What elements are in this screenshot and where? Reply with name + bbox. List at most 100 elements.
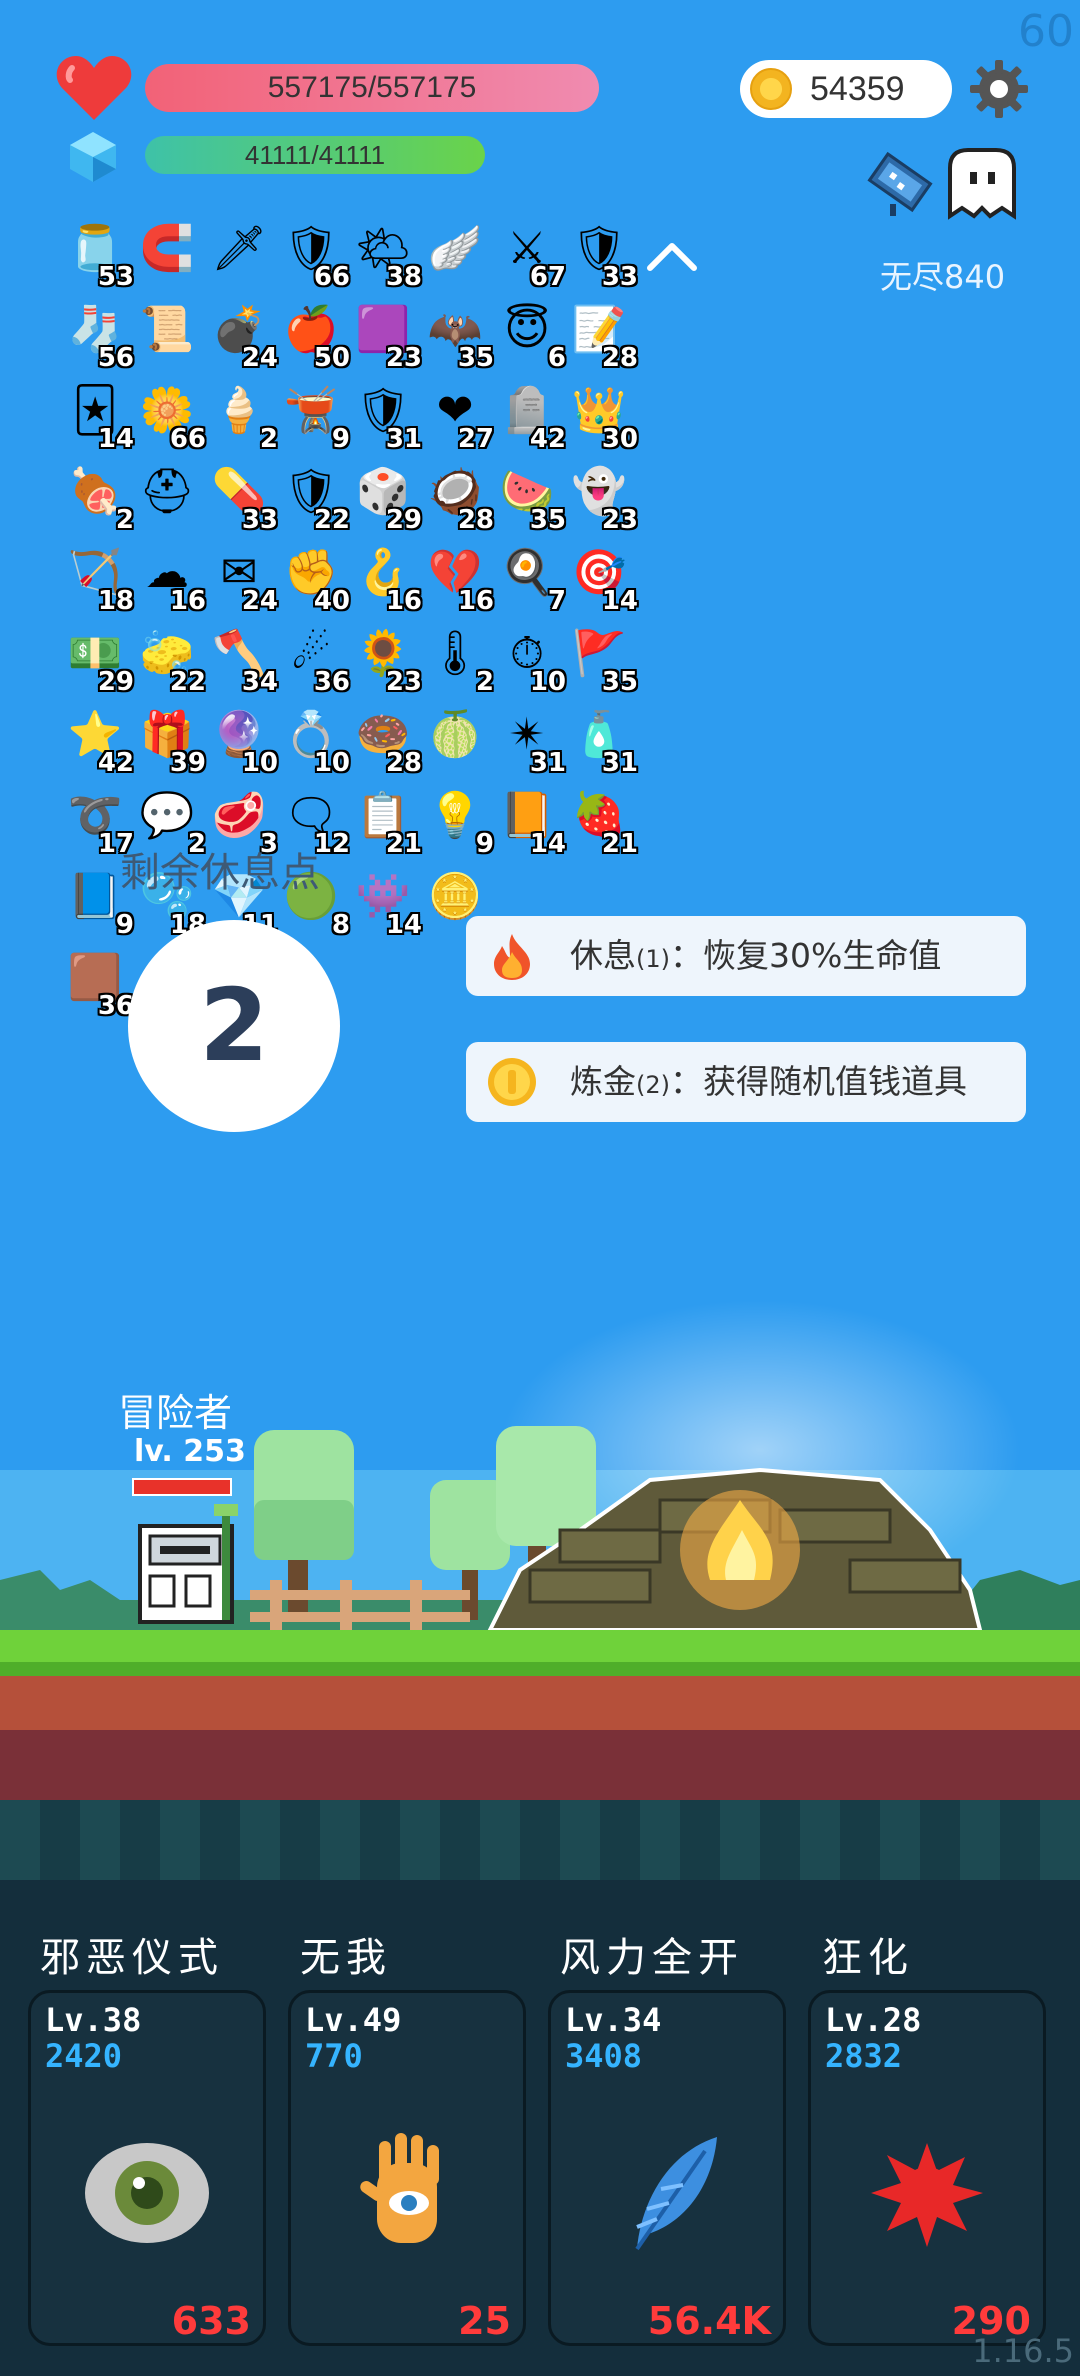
inventory-item[interactable]: 🧽 22 xyxy=(136,623,208,698)
inventory-item[interactable]: 🧲 xyxy=(136,218,208,290)
inventory-item[interactable]: ✴ 31 xyxy=(496,704,568,779)
skill-card-berserk[interactable]: Lv.28 2832 290 xyxy=(808,1990,1046,2346)
item-count: 31 xyxy=(601,748,638,778)
item-count: 23 xyxy=(385,343,422,373)
inventory-item[interactable]: 🎲 29 xyxy=(352,461,424,536)
rest-option-desc: ：恢复30%生命值 xyxy=(670,936,942,975)
inventory-item[interactable]: 🛡 33 xyxy=(568,218,640,293)
inventory-item[interactable]: 🍦 2 xyxy=(208,380,280,455)
inventory-item[interactable]: 🍓 21 xyxy=(568,785,640,860)
inventory-item[interactable]: ☁ 16 xyxy=(136,542,208,617)
inventory-item[interactable]: 🌡 2 xyxy=(424,623,496,698)
fire-icon xyxy=(494,934,530,980)
inventory-item[interactable]: 🎯 14 xyxy=(568,542,640,617)
item-count: 53 xyxy=(97,262,134,292)
inventory-item[interactable]: 💔 16 xyxy=(424,542,496,617)
item-count: 35 xyxy=(601,667,638,697)
inventory-item[interactable]: 🪦 42 xyxy=(496,380,568,455)
inventory-item[interactable]: 👾 14 xyxy=(352,866,424,941)
inventory-item[interactable]: ⛑ xyxy=(136,461,208,533)
map-scroll-icon[interactable] xyxy=(860,142,940,222)
inventory-item[interactable]: 💡 9 xyxy=(424,785,496,860)
blue-scroll-icon: 📘 xyxy=(67,871,123,922)
inventory-item[interactable]: 📝 28 xyxy=(568,299,640,374)
inventory-item[interactable]: 😇 6 xyxy=(496,299,568,374)
inventory-item[interactable]: ✊ 40 xyxy=(280,542,352,617)
inventory-item[interactable]: 🪓 34 xyxy=(208,623,280,698)
item-count: 28 xyxy=(601,343,638,373)
hero-hp-bar xyxy=(132,1478,232,1496)
inventory-item[interactable]: 🧴 31 xyxy=(568,704,640,779)
rest-option-count: (1) xyxy=(636,945,670,973)
item-count: 33 xyxy=(241,505,278,535)
item-count: 14 xyxy=(529,829,566,859)
inventory-item[interactable]: 🛡 31 xyxy=(352,380,424,455)
inventory-item[interactable]: 🍎 50 xyxy=(280,299,352,374)
alchemy-option-count: (2) xyxy=(636,1071,670,1099)
skill-title-selfless: 无我 xyxy=(300,1935,392,1981)
inventory-item[interactable]: 🧦 56 xyxy=(64,299,136,374)
skill-card-selfless[interactable]: Lv.49 770 25 xyxy=(288,1990,526,2346)
inventory-item[interactable]: 🌤 38 xyxy=(352,218,424,293)
inventory-item[interactable]: 🫕 9 xyxy=(280,380,352,455)
version-label: 1.16.5 xyxy=(972,2332,1074,2370)
skill-card-full-wind[interactable]: Lv.34 3408 56.4K xyxy=(548,1990,786,2346)
inventory-item[interactable]: 🪝 16 xyxy=(352,542,424,617)
inventory-item[interactable]: 🦇 35 xyxy=(424,299,496,374)
inventory-item[interactable]: 💣 24 xyxy=(208,299,280,374)
endless-level-label: 无尽840 xyxy=(880,258,1006,296)
alchemy-option-button[interactable]: 炼金(2)：获得随机值钱道具 xyxy=(466,1042,1026,1122)
inventory-item[interactable]: 💊 33 xyxy=(208,461,280,536)
inventory-item[interactable]: ⚔ 67 xyxy=(496,218,568,293)
ghost-icon[interactable] xyxy=(944,146,1020,222)
inventory-item[interactable]: 🪽 xyxy=(424,218,496,290)
inventory-item[interactable]: 📜 xyxy=(136,299,208,371)
inventory-item[interactable]: 👻 23 xyxy=(568,461,640,536)
inventory-item[interactable]: ☄ 36 xyxy=(280,623,352,698)
skill-points: 2420 xyxy=(45,2037,123,2075)
inventory-item[interactable]: 🟫 36 xyxy=(64,947,136,1022)
inventory-item[interactable]: 🌼 66 xyxy=(136,380,208,455)
rest-option-button[interactable]: 休息(1)：恢复30%生命值 xyxy=(466,916,1026,996)
inventory-item[interactable]: 🎁 39 xyxy=(136,704,208,779)
inventory-item[interactable]: 🥥 28 xyxy=(424,461,496,536)
inventory-item[interactable]: 🃏 14 xyxy=(64,380,136,455)
inventory-item[interactable]: 🍈 xyxy=(424,704,496,776)
inventory-item[interactable]: 🍳 7 xyxy=(496,542,568,617)
skill-title-berserk: 狂化 xyxy=(822,1935,914,1981)
rest-points-value: 2 xyxy=(199,967,269,1084)
inventory-item[interactable]: 🍉 35 xyxy=(496,461,568,536)
inventory-item[interactable]: 📙 14 xyxy=(496,785,568,860)
inventory-item[interactable]: 🚩 35 xyxy=(568,623,640,698)
inventory-item[interactable]: 👑 30 xyxy=(568,380,640,455)
inventory-item[interactable]: 🟪 23 xyxy=(352,299,424,374)
inventory-item[interactable]: 🍩 28 xyxy=(352,704,424,779)
inventory-item[interactable]: ⭐ 42 xyxy=(64,704,136,779)
inventory-item[interactable]: 🏹 18 xyxy=(64,542,136,617)
chevron-up-icon[interactable] xyxy=(644,238,700,274)
skill-card-evil-ritual[interactable]: Lv.38 2420 633 xyxy=(28,1990,266,2346)
inventory-item[interactable]: ❤ 27 xyxy=(424,380,496,455)
cauldron-icon: 🫕 xyxy=(283,385,339,436)
feather-icon xyxy=(635,2137,717,2251)
item-count: 67 xyxy=(529,262,566,292)
inventory-item[interactable]: 🫙 53 xyxy=(64,218,136,293)
light-bulb-icon: 💡 xyxy=(427,790,483,841)
inventory-item[interactable]: ✉ 24 xyxy=(208,542,280,617)
gear-icon[interactable] xyxy=(968,58,1030,120)
inventory-item[interactable]: 🔮 10 xyxy=(208,704,280,779)
inventory-item[interactable]: 📋 21 xyxy=(352,785,424,860)
inventory-item[interactable]: 💵 29 xyxy=(64,623,136,698)
item-count: 66 xyxy=(169,424,206,454)
inventory-item[interactable]: 💍 10 xyxy=(280,704,352,779)
inventory-item[interactable]: 🛡 66 xyxy=(280,218,352,293)
inventory-item[interactable]: ⏱ 10 xyxy=(496,623,568,698)
inventory-item[interactable]: 🌻 23 xyxy=(352,623,424,698)
item-count: 7 xyxy=(547,586,566,616)
gold-coin-icon xyxy=(488,1058,536,1106)
item-count: 9 xyxy=(331,424,350,454)
inventory-item[interactable]: 🛡 22 xyxy=(280,461,352,536)
inventory-item[interactable]: 🍖 2 xyxy=(64,461,136,536)
item-count: 39 xyxy=(169,748,206,778)
inventory-item[interactable]: 🗡 xyxy=(208,218,280,290)
